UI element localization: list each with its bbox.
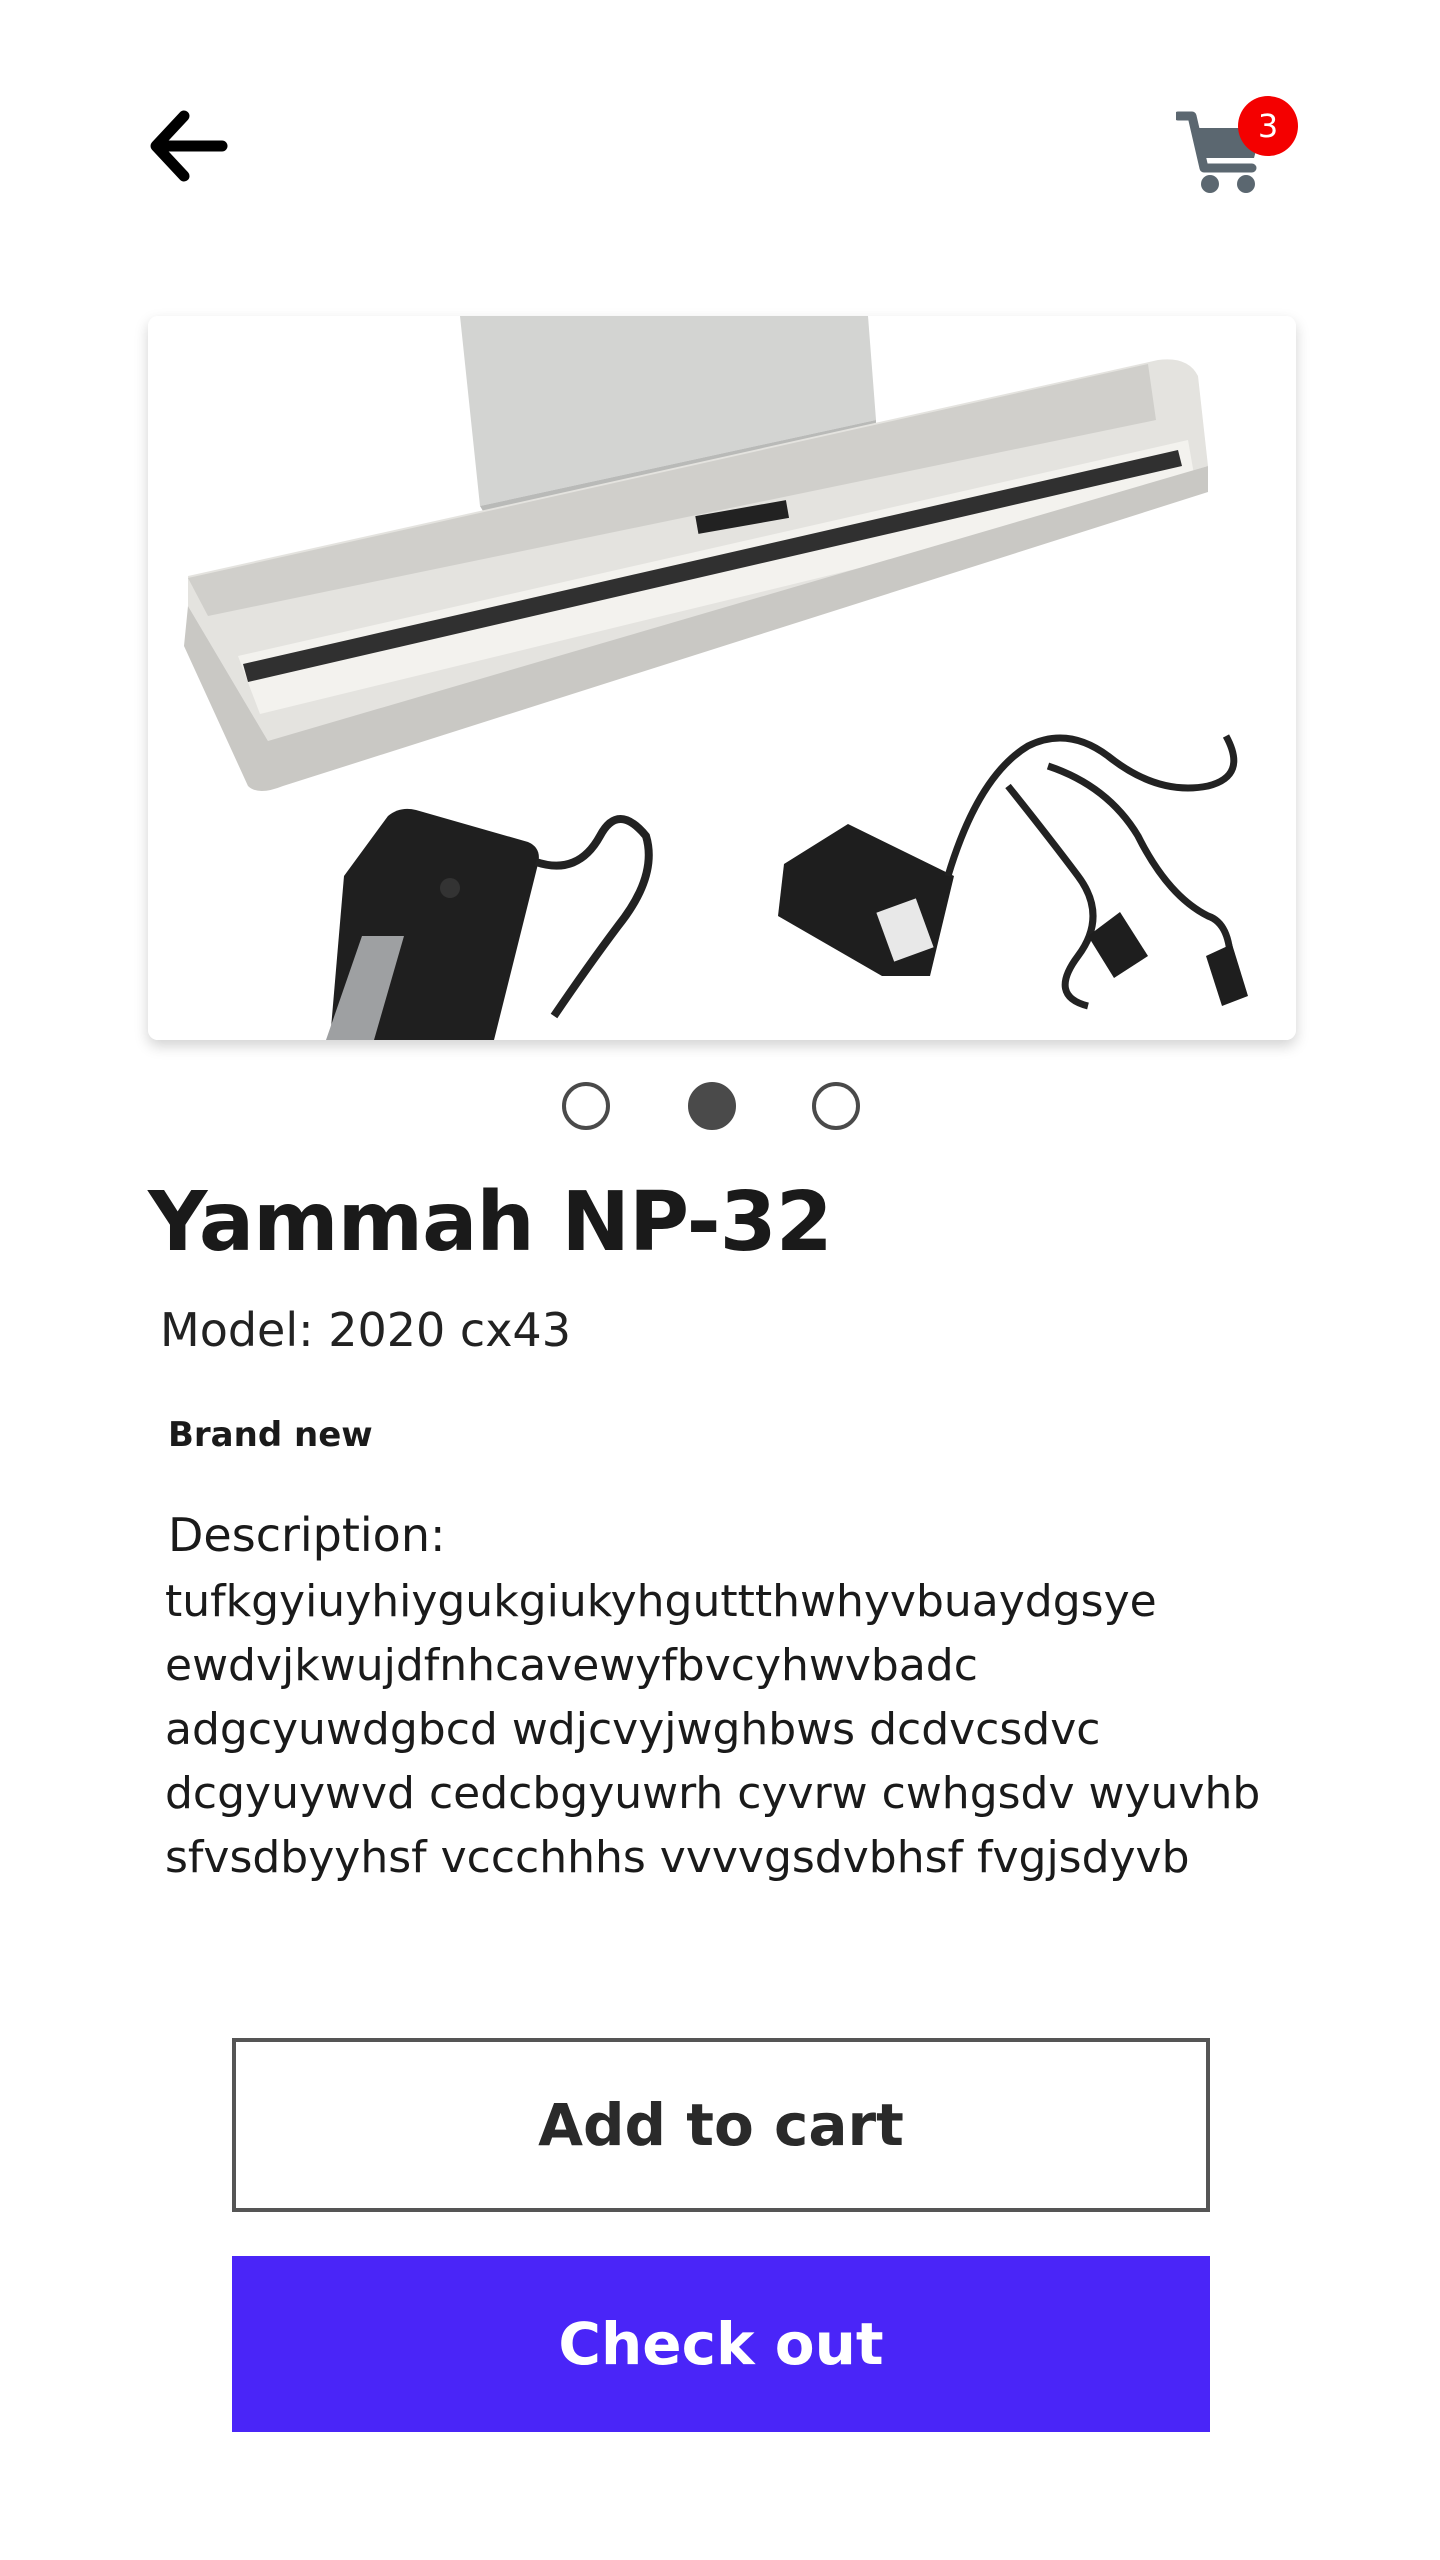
arrow-left-icon <box>150 110 228 182</box>
product-photo <box>148 316 1296 1040</box>
carousel-dot-1[interactable] <box>562 1082 610 1130</box>
cart-count-badge: 3 <box>1238 96 1298 156</box>
product-condition: Brand new <box>168 1415 373 1455</box>
product-detail-page: 3 Yammah NP-32 Model: 2020 cx43 Brand ne… <box>0 0 1440 2560</box>
carousel-dot-2[interactable] <box>688 1082 736 1130</box>
add-to-cart-button[interactable]: Add to cart <box>232 2038 1210 2212</box>
product-model: Model: 2020 cx43 <box>160 1303 571 1357</box>
product-image-carousel[interactable] <box>148 316 1296 1040</box>
carousel-dot-3[interactable] <box>812 1082 860 1130</box>
back-button[interactable] <box>148 110 228 182</box>
description-text: tufkgyiuyhiygukgiukyhguttthwhyvbuaydgsye… <box>165 1576 1261 1883</box>
product-title: Yammah NP-32 <box>148 1175 833 1270</box>
carousel-indicator <box>0 1082 1440 1132</box>
check-out-button[interactable]: Check out <box>232 2256 1210 2432</box>
description-label: Description: <box>168 1508 446 1562</box>
